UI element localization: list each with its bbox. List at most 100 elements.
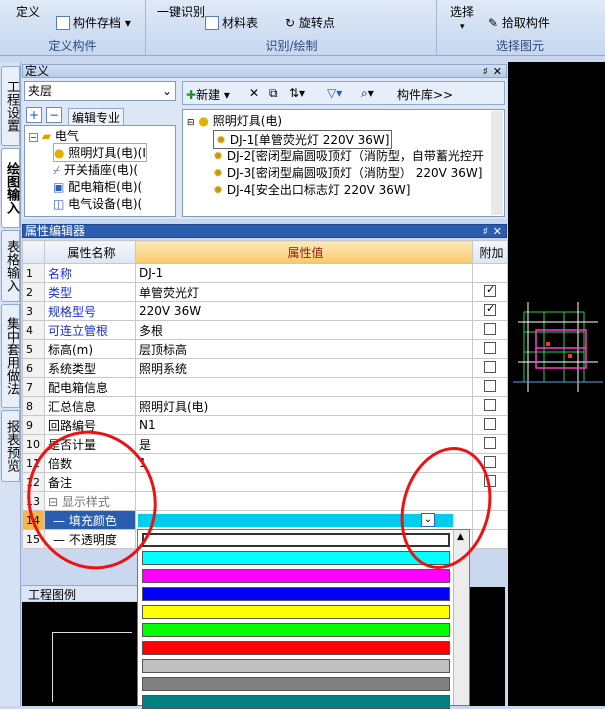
rotate-icon: ↻ — [285, 16, 296, 30]
box-icon: ▣ — [53, 180, 65, 194]
property-value[interactable]: 照明灯具(电) — [135, 396, 473, 416]
property-value[interactable]: 220V 36W — [135, 301, 473, 321]
property-value[interactable]: DJ-1 — [135, 263, 473, 283]
color-swatch[interactable] — [142, 551, 450, 565]
close-icon[interactable]: ✕ — [493, 225, 502, 238]
property-row[interactable]: 4 可连立管根 多根 — [22, 320, 508, 340]
property-row[interactable]: 6 系统类型 照明系统 — [22, 358, 508, 378]
property-value[interactable]: 是 — [135, 434, 473, 454]
group-identify: 一键识别 材料表 ↻ 旋转点 识别/绘制 — [147, 0, 437, 56]
select-dropdown-icon[interactable]: ▾ — [460, 22, 465, 32]
group-define: 定义 构件存档 ▾ 定义构件 — [0, 0, 146, 56]
rotate-point-button[interactable]: ↻ 旋转点 — [285, 14, 335, 31]
checkbox[interactable] — [484, 417, 496, 430]
property-value[interactable]: 单管荧光灯 — [135, 282, 473, 302]
checkbox[interactable] — [484, 398, 496, 411]
component-save-button[interactable]: 构件存档 ▾ — [56, 14, 131, 31]
property-extra — [472, 320, 508, 340]
property-row[interactable]: 3 规格型号 220V 36W — [22, 301, 508, 321]
collapse-icon[interactable]: − — [29, 133, 38, 142]
bulb-icon: ● — [198, 114, 209, 128]
collapse-all-icon[interactable]: − — [46, 107, 62, 123]
define-button[interactable]: 定义 — [16, 3, 40, 20]
pick-icon: ✎ — [488, 16, 499, 30]
filter-icon[interactable]: ▽▾ — [327, 86, 342, 100]
checkbox[interactable] — [484, 360, 496, 373]
tab-report-preview[interactable]: 报表预览 — [1, 410, 20, 482]
color-swatch[interactable] — [142, 587, 450, 601]
find-icon[interactable]: ⌕▾ — [361, 86, 374, 101]
select-button[interactable]: 选择 — [450, 3, 474, 20]
material-table-button[interactable]: 材料表 — [205, 14, 258, 31]
sort-icon[interactable]: ⇅▾ — [289, 86, 305, 100]
copy-icon[interactable]: ⧉ — [269, 86, 278, 101]
tree-node-distribution-box[interactable]: ▣ 配电箱柜(电)( — [53, 178, 142, 195]
tree-node-switch-socket[interactable]: ⌿ 开关插座(电)( — [53, 161, 138, 178]
list-item[interactable]: ✹ DJ-3[密闭型扁圆吸顶灯（消防型） 220V 36W] — [213, 164, 482, 181]
property-name: 汇总信息 — [44, 396, 136, 416]
pin-icon[interactable]: ♯ — [483, 225, 488, 238]
color-swatch[interactable] — [142, 641, 450, 655]
floor-select[interactable]: 夹层 ⌄ — [24, 81, 176, 101]
property-name: 类型 — [44, 282, 136, 302]
property-extra — [472, 339, 508, 359]
vertical-tabs: 工程设置 绘图输入 表格输入 集中套用做法 报表预览 — [0, 62, 21, 706]
collapse-icon[interactable]: ⊟ — [187, 118, 195, 128]
property-value[interactable]: 层顶标高 — [135, 339, 473, 359]
property-row[interactable]: 8 汇总信息 照明灯具(电) — [22, 396, 508, 416]
list-item[interactable]: ✹ DJ-2[密闭型扁圆吸顶灯（消防型，自带蓄光控开 — [213, 147, 484, 164]
tab-table-input[interactable]: 表格输入 — [1, 230, 20, 302]
row-number: 10 — [22, 434, 45, 454]
floor-plan-drawing — [513, 302, 603, 392]
color-swatch[interactable] — [142, 623, 450, 637]
list-scrollbar[interactable] — [491, 111, 503, 215]
property-value[interactable] — [135, 377, 473, 397]
tree-node-equipment[interactable]: ◫ 电气设备(电)( — [53, 195, 142, 212]
list-item[interactable]: ✹ DJ-4[安全出口标志灯 220V 36W] — [213, 181, 410, 198]
gear-icon: ✹ — [216, 133, 227, 147]
property-row[interactable]: 2 类型 单管荧光灯 — [22, 282, 508, 302]
checkbox[interactable] — [484, 379, 496, 392]
close-icon[interactable]: ✕ — [493, 65, 502, 78]
color-swatch[interactable] — [142, 659, 450, 673]
library-button[interactable]: 构件库>> — [397, 86, 453, 103]
pin-icon[interactable]: ♯ — [483, 65, 488, 78]
tree-node-electric[interactable]: − ▰ 电气 — [29, 127, 79, 144]
new-button[interactable]: ✚新建 ▾ — [186, 86, 230, 103]
color-swatch[interactable] — [142, 605, 450, 619]
tree-node-lighting[interactable]: ● 照明灯具(电)(I — [53, 143, 147, 162]
property-extra — [472, 282, 508, 302]
switch-icon: ⌿ — [53, 163, 61, 177]
color-swatch[interactable] — [142, 569, 450, 583]
property-value[interactable]: 多根 — [135, 320, 473, 340]
chevron-down-icon: ⌄ — [161, 84, 172, 98]
tree-toolbar: + − 编辑专业 — [24, 106, 176, 127]
property-extra — [472, 415, 508, 435]
one-key-identify-button[interactable]: 一键识别 — [157, 3, 205, 20]
property-row[interactable]: 1 名称 DJ-1 — [22, 263, 508, 283]
header-name: 属性名称 — [44, 240, 136, 264]
checkbox[interactable] — [484, 436, 496, 449]
tab-project-settings[interactable]: 工程设置 — [1, 66, 20, 146]
property-name: 系统类型 — [44, 358, 136, 378]
checkbox[interactable] — [484, 322, 496, 335]
property-value[interactable]: N1 — [135, 415, 473, 435]
color-swatch[interactable] — [142, 677, 450, 691]
checkbox[interactable] — [484, 455, 496, 468]
delete-icon[interactable]: ✕ — [249, 86, 259, 100]
checkbox[interactable] — [484, 284, 496, 297]
row-number: 1 — [22, 263, 45, 283]
property-row[interactable]: 7 配电箱信息 — [22, 377, 508, 397]
pick-component-button[interactable]: ✎ 拾取构件 — [488, 14, 550, 31]
color-swatch[interactable] — [142, 695, 450, 709]
checkbox[interactable] — [484, 303, 496, 316]
tab-drawing-input[interactable]: 绘图输入 — [1, 148, 20, 228]
drawing-canvas[interactable] — [508, 62, 605, 706]
expand-all-icon[interactable]: + — [26, 107, 42, 123]
checkbox[interactable] — [484, 341, 496, 354]
list-root[interactable]: ⊟ ● 照明灯具(电) — [187, 112, 282, 129]
property-value[interactable]: 照明系统 — [135, 358, 473, 378]
tab-centralized-method[interactable]: 集中套用做法 — [1, 304, 20, 408]
property-row[interactable]: 5 标高(m) 层顶标高 — [22, 339, 508, 359]
row-number: 3 — [22, 301, 45, 321]
